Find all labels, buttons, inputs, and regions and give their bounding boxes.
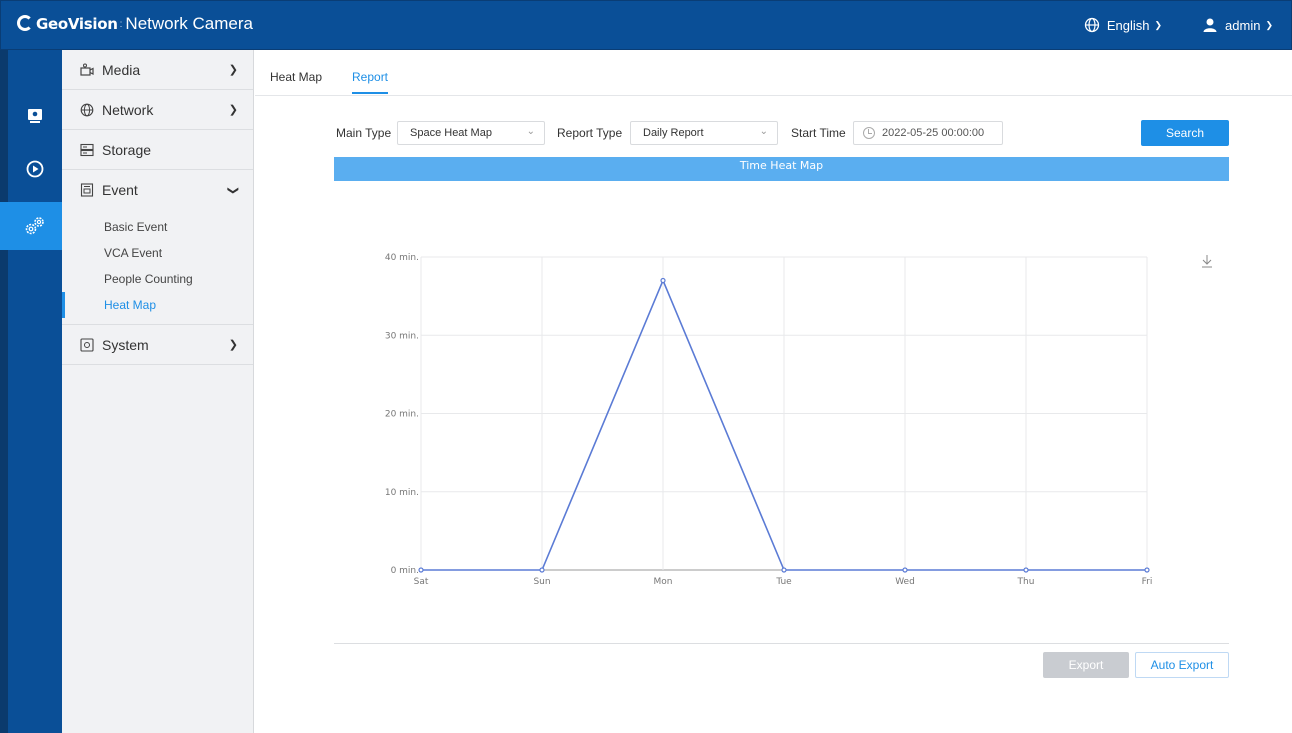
globe-icon — [1084, 17, 1099, 33]
event-icon — [80, 183, 94, 197]
sidebar-item-label: Network — [102, 101, 154, 118]
storage-icon — [80, 143, 94, 157]
camera-icon — [80, 63, 94, 77]
clock-icon — [863, 127, 875, 139]
sidebar-item-event[interactable]: Event ❯ — [62, 170, 253, 210]
report-type-label: Report Type — [557, 126, 623, 140]
main-type-label: Main Type — [336, 126, 392, 140]
sidebar-item-vca-event[interactable]: VCA Event — [62, 240, 253, 266]
sidebar-item-people-counting[interactable]: People Counting — [62, 266, 253, 292]
y-tick-label: 0 min. — [391, 566, 419, 576]
user-icon — [1203, 18, 1217, 32]
data-point[interactable] — [1023, 567, 1029, 573]
chevron-right-icon: ❯ — [228, 339, 238, 351]
playback-icon — [26, 160, 44, 178]
sidebar-item-label: Event — [102, 182, 138, 198]
data-point[interactable] — [781, 567, 787, 573]
data-point[interactable] — [418, 567, 424, 573]
divider — [334, 643, 1229, 644]
chart-title: Time Heat Map — [334, 157, 1229, 181]
language-selector[interactable]: English ❯ — [1084, 17, 1162, 33]
y-tick-label: 40 min. — [385, 253, 419, 263]
x-tick-label: Sat — [414, 577, 429, 587]
chevron-down-icon: ❯ — [1154, 19, 1163, 30]
user-menu[interactable]: admin ❯ — [1202, 17, 1273, 33]
tab-bar: Heat Map Report — [255, 50, 1292, 96]
chevron-down-icon: ⌄ — [759, 126, 768, 137]
data-point[interactable] — [539, 567, 545, 573]
main-type-value: Space Heat Map — [410, 127, 492, 139]
start-time-label: Start Time — [791, 126, 846, 140]
y-tick-label: 20 min. — [385, 410, 419, 420]
sidebar-item-media[interactable]: Media ❯ — [62, 50, 253, 90]
y-tick-label: 30 min. — [385, 331, 419, 341]
sidebar-item-storage[interactable]: Storage — [62, 130, 253, 170]
report-type-select[interactable]: Daily Report ⌄ — [630, 121, 778, 145]
chevron-right-icon: ❯ — [228, 104, 238, 116]
filter-row: Main Type Space Heat Map ⌄ Report Type D… — [255, 121, 1292, 145]
icon-rail — [0, 50, 70, 733]
live-view-button[interactable] — [0, 92, 70, 140]
main-content: Heat Map Report Main Type Space Heat Map… — [255, 50, 1292, 733]
x-tick-label: Tue — [775, 577, 792, 587]
top-header: GeoVision : Network Camera English ❯ adm… — [0, 0, 1292, 50]
x-tick-label: Thu — [1017, 577, 1035, 587]
user-label: admin — [1225, 17, 1261, 33]
x-tick-label: Sun — [533, 577, 550, 587]
sidebar-item-network[interactable]: Network ❯ — [62, 90, 253, 130]
tab-report[interactable]: Report — [352, 70, 389, 94]
download-icon[interactable] — [1202, 255, 1212, 268]
brand: GeoVision : Network Camera — [17, 14, 253, 34]
sidebar-item-label: Media — [102, 61, 141, 78]
tab-heat-map[interactable]: Heat Map — [270, 70, 322, 92]
language-label: English — [1106, 17, 1150, 33]
y-tick-label: 10 min. — [385, 488, 419, 498]
x-tick-label: Fri — [1142, 577, 1153, 587]
sidebar-item-basic-event[interactable]: Basic Event — [62, 214, 253, 240]
geovision-logo: GeoVision — [17, 15, 118, 33]
search-button[interactable]: Search — [1141, 120, 1229, 146]
chevron-down-icon: ⌄ — [526, 126, 535, 137]
x-tick-label: Wed — [895, 577, 915, 587]
chevron-down-icon: ❯ — [226, 185, 239, 195]
x-tick-label: Mon — [654, 577, 673, 587]
start-time-input[interactable]: 2022-05-25 00:00:00 — [853, 121, 1003, 145]
sidebar-item-label: System — [102, 336, 149, 353]
sidebar-item-label: Storage — [102, 141, 152, 158]
settings-button[interactable] — [0, 202, 70, 250]
globe-icon — [80, 103, 94, 117]
report-type-value: Daily Report — [643, 127, 704, 139]
app-title: Network Camera — [125, 14, 253, 33]
export-button[interactable]: Export — [1043, 652, 1129, 678]
settings-sidebar: Media ❯ Network ❯ Storage Event ❯ Basic … — [62, 50, 254, 733]
sidebar-item-system[interactable]: System ❯ — [62, 325, 253, 365]
settings-icon — [25, 217, 44, 235]
data-point[interactable] — [660, 277, 666, 284]
auto-export-button[interactable]: Auto Export — [1135, 652, 1229, 678]
data-point[interactable] — [902, 567, 908, 573]
chevron-right-icon: ❯ — [228, 64, 238, 76]
playback-button[interactable] — [0, 145, 70, 193]
heat-map-chart: 0 min. 10 min. 20 min. 30 min. 40 min. Sat Sun… — [334, 190, 1229, 640]
sidebar-item-heat-map[interactable]: Heat Map — [62, 292, 253, 318]
brand-separator: : — [119, 18, 123, 30]
start-time-value: 2022-05-25 00:00:00 — [882, 127, 985, 139]
event-submenu: Basic Event VCA Event People Counting He… — [62, 210, 253, 325]
chevron-down-icon: ❯ — [1265, 19, 1273, 30]
main-type-select[interactable]: Space Heat Map ⌄ — [397, 121, 545, 145]
data-point[interactable] — [1144, 567, 1150, 573]
system-icon — [80, 337, 94, 352]
chart-svg: 0 min. 10 min. 20 min. 30 min. 40 min. Sat Sun… — [385, 253, 1212, 587]
live-view-icon — [28, 109, 42, 123]
